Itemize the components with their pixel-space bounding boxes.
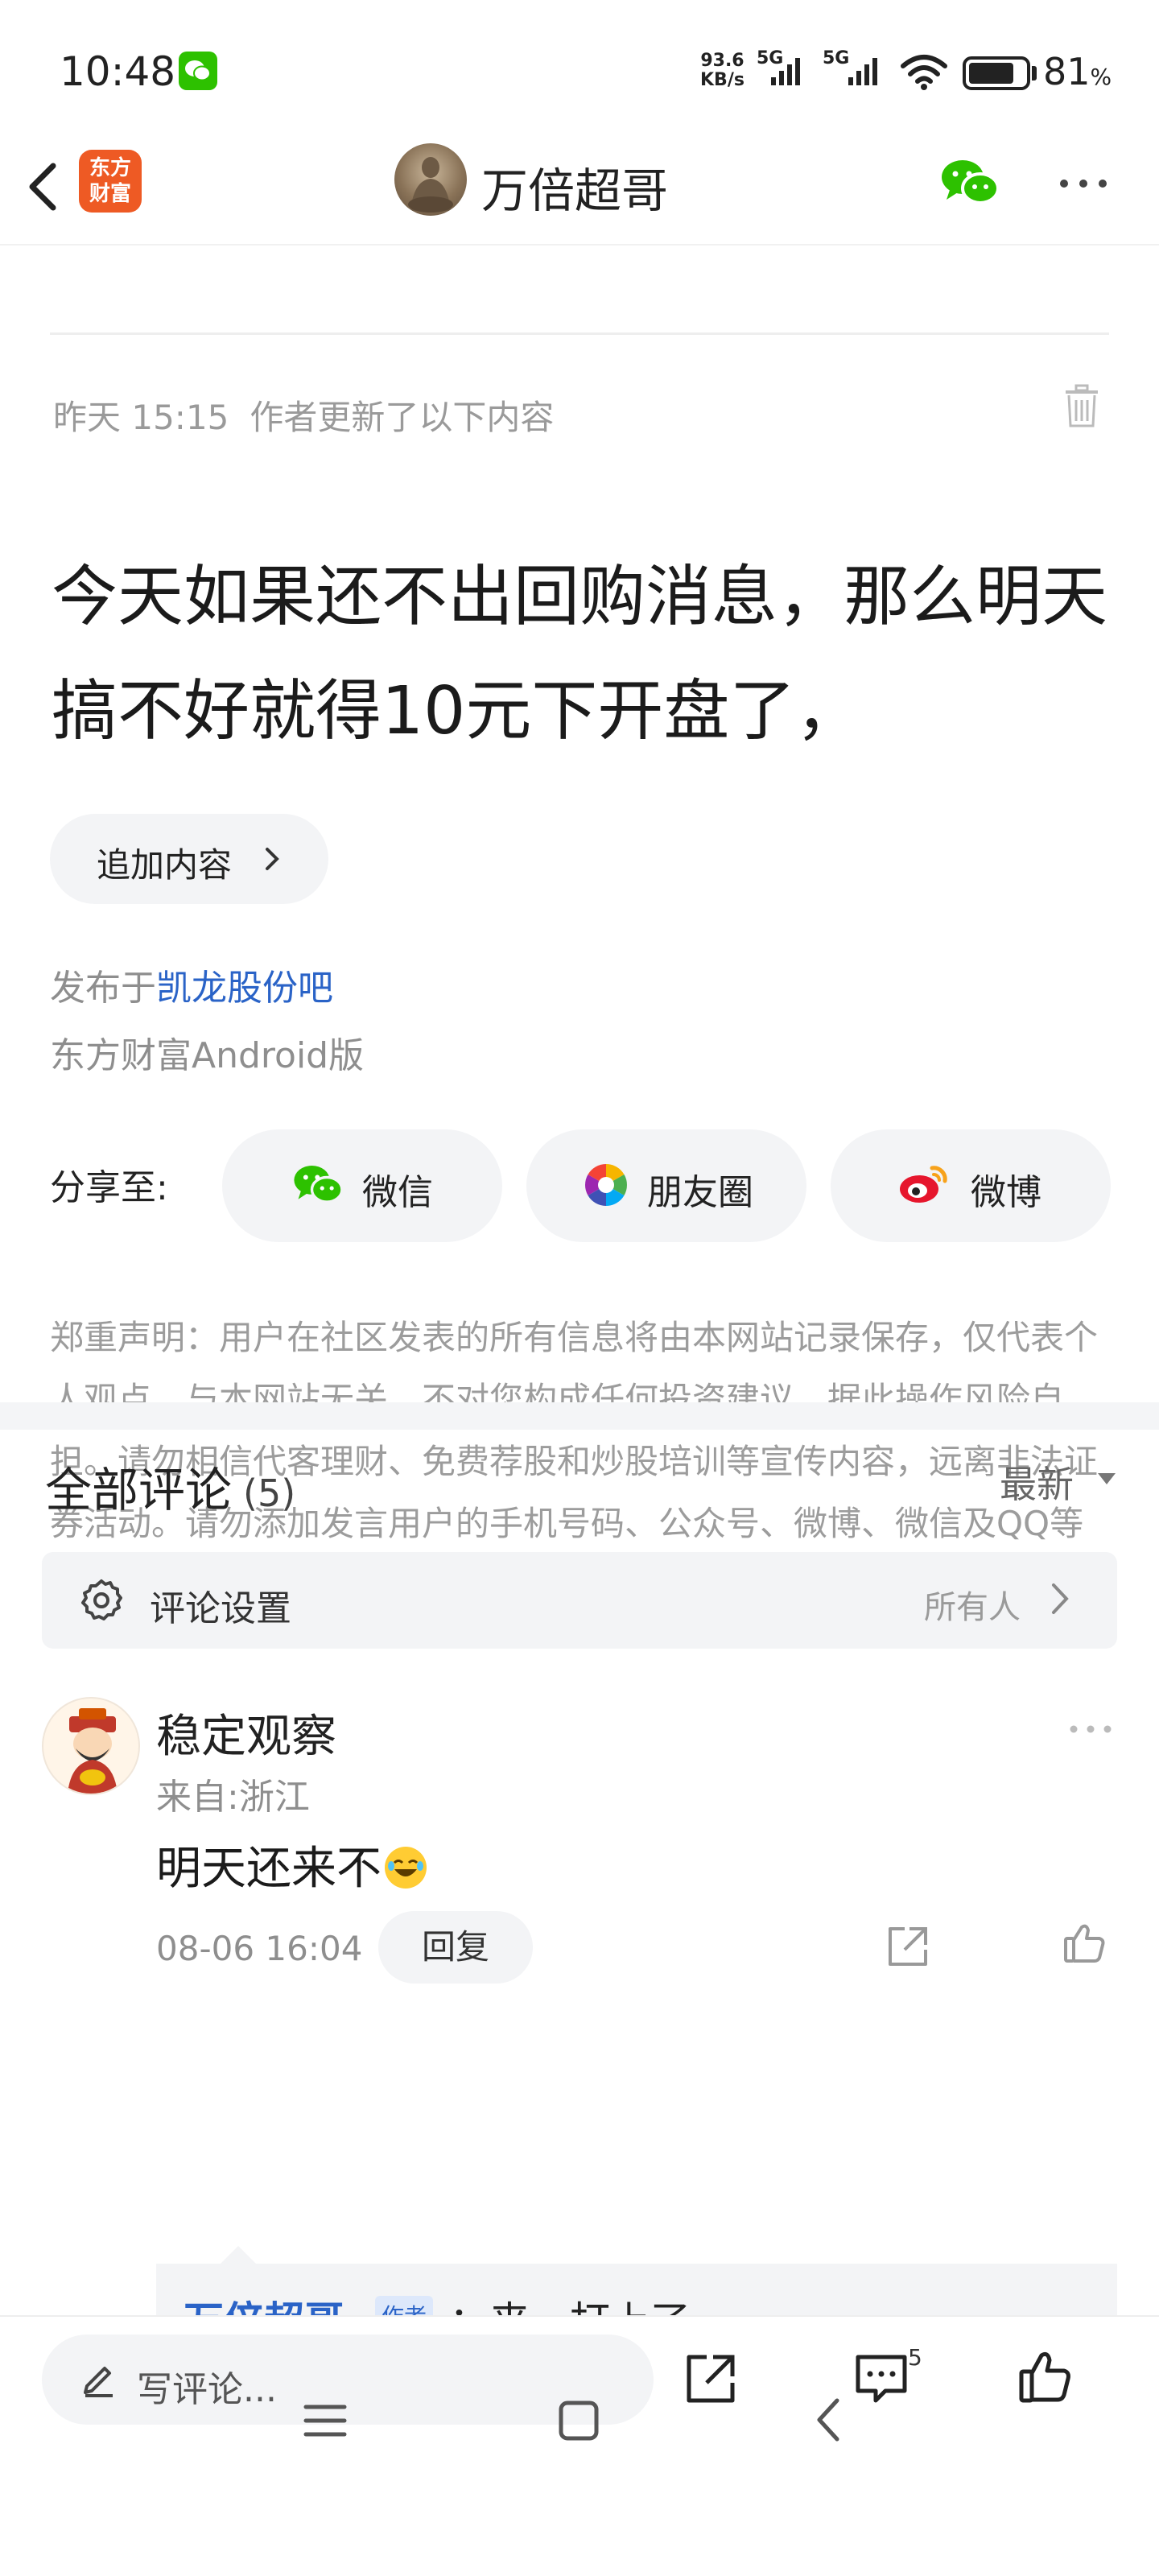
share-weibo-button[interactable]: 微博: [831, 1129, 1111, 1242]
client-info: 东方财富Android版: [50, 1035, 365, 1076]
nav-back-icon[interactable]: [813, 2396, 845, 2444]
app-logo-line1: 东方: [89, 156, 131, 180]
share-icon[interactable]: [885, 1924, 930, 1969]
caret-down-icon[interactable]: [1098, 1473, 1116, 1484]
eastmoney-app-logo[interactable]: 东方 财富: [79, 150, 142, 213]
share-moments-button[interactable]: 朋友圈: [526, 1129, 806, 1242]
like-icon[interactable]: [1062, 1921, 1107, 1966]
comments-heading: 全部评论 (5): [45, 1452, 295, 1520]
wechat-icon: [294, 1166, 344, 1203]
comment-settings-bar[interactable]: 评论设置 所有人: [42, 1552, 1117, 1649]
comment-username[interactable]: 稳定观察: [156, 1700, 336, 1765]
gear-icon: [81, 1579, 122, 1620]
divider: [50, 332, 1109, 335]
append-content-label: 追加内容: [97, 845, 233, 885]
reply-pointer: [221, 2246, 256, 2264]
network-speed-value: 93.6: [700, 51, 744, 71]
share-label: 分享至:: [50, 1167, 168, 1208]
comment-time: 08-06 16:04: [156, 1929, 363, 1968]
pen-icon: [84, 2367, 113, 2397]
update-time: 昨天 15:15: [53, 398, 229, 437]
append-content-button[interactable]: 追加内容: [50, 814, 328, 904]
nested-reply[interactable]: 万倍超哥 作者 ：来，打上了。: [156, 2264, 1117, 2322]
moments-icon: [585, 1164, 627, 1206]
share-wechat-label: 微信: [362, 1172, 433, 1213]
published-prefix: 发布于: [50, 968, 156, 1009]
app-logo-line2: 财富: [89, 182, 131, 206]
reply-button[interactable]: 回复: [378, 1911, 533, 1984]
share-moments-label: 朋友圈: [647, 1172, 753, 1213]
comment-location: 来自:浙江: [156, 1777, 310, 1818]
author-name[interactable]: 万倍超哥: [481, 153, 668, 221]
update-info: 昨天 15:15 作者更新了以下内容: [53, 390, 554, 440]
share-icon[interactable]: [684, 2352, 737, 2405]
battery-percent-unit: %: [1090, 64, 1112, 90]
chevron-right-icon: [266, 848, 279, 870]
share-wechat-button[interactable]: 微信: [222, 1129, 502, 1242]
comment-user-avatar[interactable]: [42, 1697, 140, 1795]
section-separator: [0, 1402, 1159, 1430]
trash-icon[interactable]: [1064, 384, 1099, 429]
author-avatar[interactable]: [394, 143, 467, 216]
comment-placeholder: 写评论...: [137, 2369, 277, 2410]
post-header: 东方 财富 万倍超哥: [0, 137, 1159, 246]
chevron-right-icon: [1052, 1583, 1069, 1614]
comment-settings-label: 评论设置: [150, 1588, 291, 1629]
comment-more-icon[interactable]: [1069, 1724, 1112, 1734]
status-time: 10:48: [60, 48, 176, 95]
like-icon[interactable]: [1017, 2349, 1074, 2405]
comments-icon[interactable]: [853, 2352, 909, 2405]
comment-settings-value: 所有人: [924, 1589, 1021, 1626]
share-weibo-label: 微博: [971, 1172, 1041, 1213]
nav-home-icon[interactable]: [557, 2399, 600, 2442]
laughing-emoji-icon: [385, 1847, 427, 1889]
battery-tip: [1032, 66, 1037, 80]
comments-count: (5): [243, 1472, 296, 1515]
wifi-icon: [901, 55, 947, 90]
comment-text-content: 明天还来不: [156, 1843, 382, 1895]
battery-percent: 81%: [1043, 50, 1112, 93]
network-speed: 93.6 KB/s: [700, 52, 744, 90]
battery-percent-value: 81: [1043, 50, 1091, 93]
nav-menu-icon[interactable]: [303, 2402, 348, 2439]
post-body-text: 今天如果还不出回购消息，那么明天搞不好就得10元下开盘了，: [52, 559, 1108, 749]
wechat-notification-icon: [179, 52, 217, 90]
comments-title: 全部评论: [45, 1463, 233, 1517]
wechat-share-icon[interactable]: [938, 156, 1003, 208]
update-note: 作者更新了以下内容: [250, 398, 555, 437]
more-options-icon[interactable]: [1058, 177, 1109, 190]
weibo-icon: [900, 1166, 947, 1203]
published-in: 发布于凯龙股份吧: [50, 959, 333, 1010]
comment-text: 明天还来不: [156, 1832, 427, 1897]
sort-dropdown[interactable]: 最新: [1000, 1455, 1074, 1509]
comment-count-badge: 5: [908, 2344, 922, 2371]
back-arrow-icon[interactable]: [18, 155, 66, 219]
battery-icon: [963, 56, 1030, 90]
network-speed-unit: KB/s: [700, 70, 744, 90]
bottom-action-bar: 写评论... 5: [0, 2315, 1159, 2576]
battery-level-fill: [969, 63, 1013, 84]
stock-bar-link[interactable]: 凯龙股份吧: [156, 968, 333, 1009]
status-bar: 10:48 93.6 KB/s 5G 5G 81%: [0, 0, 1159, 137]
